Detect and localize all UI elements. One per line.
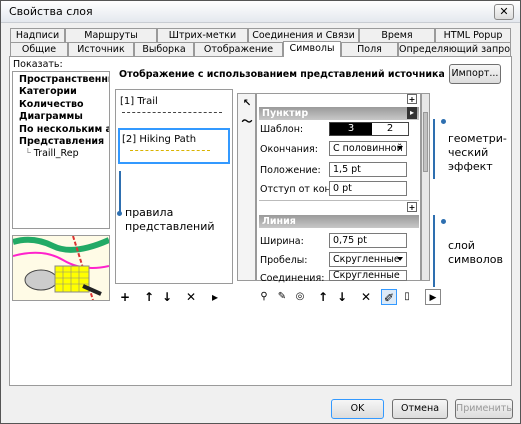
dash-pattern-dash[interactable]: 3: [330, 123, 372, 135]
section-divider: [259, 200, 419, 201]
pattern-label: Шаблон:: [260, 124, 304, 135]
category-item[interactable]: Диаграммы: [13, 111, 109, 123]
add-fill-icon[interactable]: ◎: [292, 289, 308, 305]
rules-annotation-line: [119, 171, 121, 214]
category-item[interactable]: Количество: [13, 99, 109, 111]
geom-annotation-line: [433, 119, 435, 179]
rules-annotation: правила представлений: [125, 206, 215, 233]
expand-panel-icon[interactable]: ▶: [425, 289, 441, 305]
tab-source[interactable]: Источник: [68, 42, 134, 56]
representation-header: Отображение с использованием представлен…: [119, 69, 444, 80]
tab-definition-query[interactable]: Определяющий запрос: [398, 42, 511, 56]
stroke-tool-icon[interactable]: 〜: [239, 114, 255, 130]
rule-item-hiking-path[interactable]: [2] Hiking Path: [118, 128, 230, 164]
category-list[interactable]: Пространственные объекты Категории Колич…: [12, 71, 110, 229]
expand-arrow-icon[interactable]: ▸: [207, 289, 223, 305]
hiking-path-preview: [130, 150, 210, 151]
move-down-icon[interactable]: ↓: [159, 289, 175, 305]
scrollbar-thumb[interactable]: [423, 112, 428, 172]
import-button[interactable]: Импорт...: [449, 64, 501, 84]
move-up-icon[interactable]: ↑: [141, 289, 157, 305]
width-label: Ширина:: [260, 236, 304, 247]
dash-section-header: Пунктир: [259, 107, 419, 120]
add-effect-icon[interactable]: +: [407, 94, 417, 104]
tab-routes[interactable]: Маршруты: [65, 28, 157, 42]
caps-dropdown-icon[interactable]: [397, 257, 403, 261]
preview-image: [12, 235, 110, 301]
apply-button[interactable]: Применить: [455, 399, 513, 419]
caps-select[interactable]: Скругленные: [329, 252, 407, 267]
tab-symbology[interactable]: Символы: [283, 41, 341, 57]
properties-scrollbar[interactable]: [421, 93, 430, 281]
tab-selection[interactable]: Выборка: [134, 42, 194, 56]
rules-list[interactable]: [1] Trail [2] Hiking Path: [115, 89, 233, 284]
tab-display[interactable]: Отображение: [194, 42, 283, 56]
category-item[interactable]: Категории: [13, 86, 109, 98]
ok-button[interactable]: OK: [331, 399, 384, 419]
joins-value: Скругленные: [333, 270, 400, 281]
category-item[interactable]: Пространственные объекты: [13, 74, 109, 86]
tab-time[interactable]: Время: [359, 28, 435, 42]
title-bar: Свойства слоя ✕: [1, 1, 520, 23]
tab-hatches[interactable]: Штрих-метки: [157, 28, 248, 42]
geometric-effect-tool-icon[interactable]: ↖: [239, 96, 255, 112]
tab-html-popup[interactable]: HTML Popup: [435, 28, 511, 42]
add-geometric-effect-icon[interactable]: ⚲: [256, 289, 272, 305]
width-input[interactable]: 0,75 pt: [329, 233, 407, 248]
cancel-button[interactable]: Отмена: [392, 399, 448, 419]
dash-section-arrow-icon[interactable]: ▸: [407, 107, 417, 119]
tab-fields[interactable]: Поля: [341, 42, 398, 56]
ends-value: С половинной ш: [333, 143, 407, 154]
ends-label: Окончания:: [260, 144, 318, 155]
tab-general[interactable]: Общие: [10, 42, 68, 56]
layer-up-icon[interactable]: ↑: [315, 289, 331, 305]
brush-icon[interactable]: ✐: [381, 289, 397, 305]
caps-label: Пробелы:: [260, 255, 308, 266]
geom-annotation-dot: [441, 119, 446, 124]
layer-down-icon[interactable]: ↓: [334, 289, 350, 305]
tool-strip: ↖ 〜: [237, 93, 256, 281]
rule-item-trail[interactable]: [1] Trail: [120, 96, 158, 107]
layer-annotation-dot: [441, 219, 446, 224]
add-stroke-icon[interactable]: ✎: [274, 289, 290, 305]
delete-rule-icon[interactable]: ✕: [183, 289, 199, 305]
tab-labels[interactable]: Надписи: [10, 28, 65, 42]
database-icon[interactable]: ▯: [399, 289, 415, 305]
layer-annotation-line: [433, 215, 435, 287]
category-item[interactable]: По нескольким атрибутам: [13, 124, 109, 136]
layer-properties-dialog: Свойства слоя ✕ Надписи Маршруты Штрих-м…: [0, 0, 521, 424]
category-subitem-rep[interactable]: └ Traill_Rep: [13, 148, 109, 160]
dash-pattern-field[interactable]: 3 2: [329, 122, 409, 136]
ends-select[interactable]: С половинной ш: [329, 141, 407, 156]
layer-annotation: слой символов: [448, 239, 503, 266]
rules-annotation-dot: [117, 211, 122, 216]
delete-layer-icon[interactable]: ✕: [358, 289, 374, 305]
add-layer-icon[interactable]: +: [407, 202, 417, 212]
joins-label: Соединения:: [260, 273, 325, 284]
tab-joins-relates[interactable]: Соединения и Связи: [248, 28, 359, 42]
offset-input[interactable]: 0 pt: [329, 181, 407, 196]
caps-value: Скругленные: [333, 254, 400, 265]
trail-preview: [122, 112, 222, 113]
category-item[interactable]: Представления: [13, 136, 109, 148]
window-title: Свойства слоя: [9, 5, 93, 18]
joins-select[interactable]: Скругленные: [329, 270, 407, 281]
show-label: Показать:: [13, 59, 63, 70]
position-label: Положение:: [260, 165, 321, 176]
dash-pattern-gap[interactable]: 2: [372, 123, 408, 135]
close-button[interactable]: ✕: [494, 4, 514, 20]
position-input[interactable]: 1,5 pt: [329, 162, 407, 177]
geom-annotation: геометри-ческий эффект: [448, 132, 507, 173]
line-section-header: Линия: [259, 215, 419, 228]
add-rule-icon[interactable]: +: [117, 289, 133, 305]
ends-dropdown-icon[interactable]: [397, 146, 403, 150]
